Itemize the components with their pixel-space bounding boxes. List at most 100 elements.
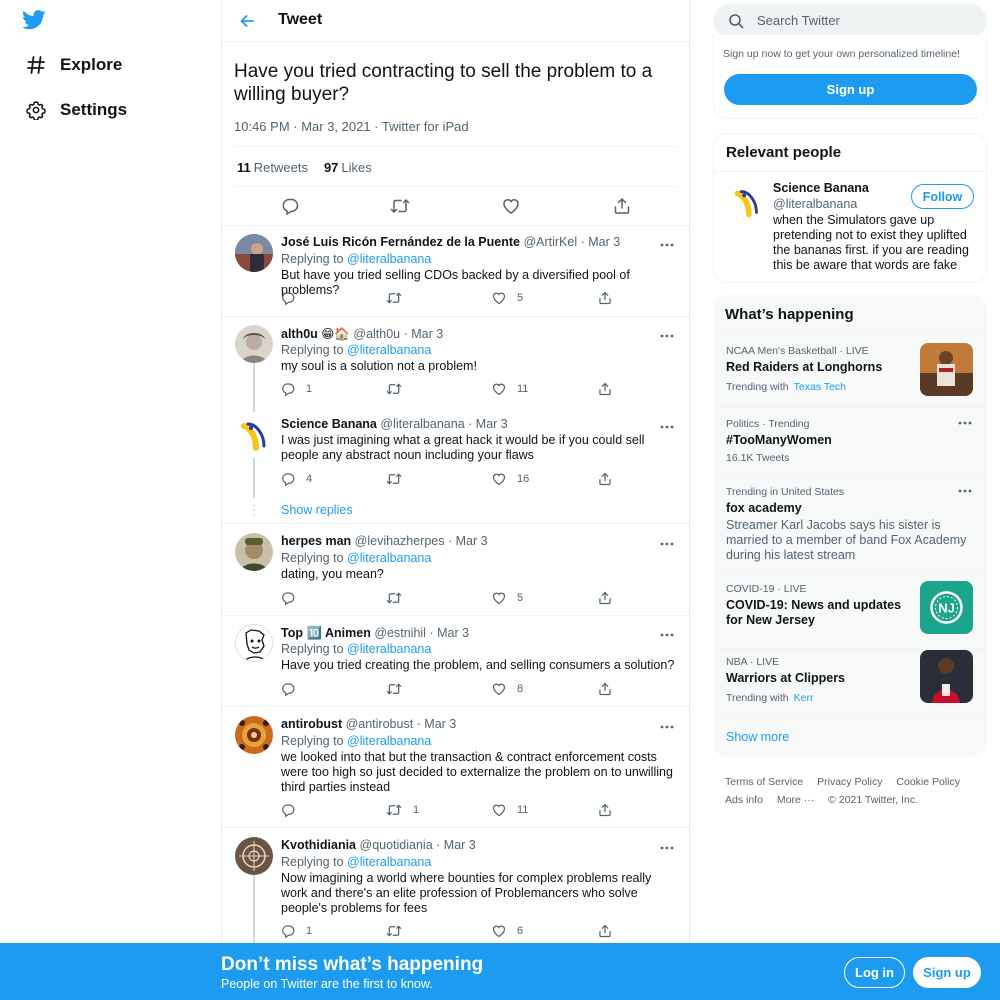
reply-tweet[interactable]: antirobust @antirobust · Mar 3 Replying … [222,707,689,827]
follow-button[interactable]: Follow [911,184,974,209]
like-icon[interactable] [501,196,521,216]
reply-date[interactable]: · Mar 3 [404,327,444,341]
retweet-icon[interactable] [386,382,413,396]
likes-stat[interactable]: 97 Likes [324,160,372,175]
reply-tweet[interactable]: herpes man @levihazherpes · Mar 3 Replyi… [222,524,689,615]
like-icon[interactable]: 11 [492,382,528,396]
retweets-stat[interactable]: 11 Retweets [237,160,308,175]
nav-explore[interactable]: Explore [25,54,122,76]
avatar[interactable] [235,716,273,754]
author-handle[interactable]: @ArtirKel [523,235,577,249]
share-icon[interactable] [598,682,623,696]
reply-icon[interactable]: 4 [281,472,312,486]
author-name[interactable]: herpes man [281,534,351,548]
search-input[interactable] [757,13,957,28]
reply-date[interactable]: · Mar 3 [417,717,457,731]
author-name[interactable]: Science Banana [281,417,377,431]
reply-icon[interactable] [281,682,306,696]
reply-icon[interactable] [281,803,306,817]
search-box[interactable] [713,4,987,37]
avatar[interactable] [235,416,273,454]
more-link[interactable]: More ··· [777,794,814,806]
back-arrow-icon[interactable] [236,10,258,32]
like-icon[interactable]: 8 [492,682,523,696]
banner-signup-button[interactable]: Sign up [913,957,981,988]
reply-tweet[interactable]: alth0u 😁🏠 @alth0u · Mar 3 Replying to @l… [222,317,689,407]
trend-item[interactable]: Politics · Trending #TooManyWomen 16.1K … [713,418,987,473]
avatar[interactable] [235,325,273,363]
retweet-icon[interactable] [386,682,413,696]
reply-icon[interactable] [281,291,306,305]
author-name[interactable]: antirobust [281,717,342,731]
reply-date[interactable]: · Mar 3 [448,534,488,548]
share-icon[interactable] [598,924,623,938]
more-dots-icon[interactable] [659,240,675,250]
mention-link[interactable]: @literalbanana [347,252,431,266]
like-icon[interactable]: 5 [492,291,523,305]
reply-date[interactable]: · Mar 3 [468,417,508,431]
author-handle[interactable]: @quotidiania [360,838,433,852]
trend-item[interactable]: COVID-19 · LIVE COVID-19: News and updat… [713,581,987,643]
avatar[interactable] [235,533,273,571]
cookie-link[interactable]: Cookie Policy [896,776,960,788]
reply-tweet[interactable]: Top 🔟 Animen @estnihil · Mar 3 Replying … [222,616,689,706]
relevant-person-handle[interactable]: @literalbanana [773,197,857,211]
show-replies-link[interactable]: Show replies [281,503,353,517]
mention-link[interactable]: @literalbanana [347,734,431,748]
mention-link[interactable]: @literalbanana [347,855,431,869]
avatar[interactable] [235,624,273,662]
like-icon[interactable]: 16 [492,472,529,486]
more-dots-icon[interactable] [957,486,973,496]
avatar[interactable] [729,184,765,220]
avatar[interactable] [235,837,273,875]
nav-settings[interactable]: Settings [25,99,127,121]
avatar[interactable] [235,234,273,272]
retweet-icon[interactable] [386,291,413,305]
login-button[interactable]: Log in [844,957,905,988]
more-dots-icon[interactable] [659,722,675,732]
mention-link[interactable]: @literalbanana [347,343,431,357]
retweet-icon[interactable] [390,196,410,216]
author-handle[interactable]: @antirobust [346,717,414,731]
more-dots-icon[interactable] [659,539,675,549]
relevant-person-name[interactable]: Science Banana [773,181,869,195]
twitter-bird-icon[interactable] [22,9,46,31]
share-icon[interactable] [598,803,623,817]
reply-tweet[interactable]: José Luis Ricón Fernández de la Puente @… [222,226,689,316]
retweet-icon[interactable] [386,591,413,605]
more-dots-icon[interactable] [957,418,973,428]
reply-icon[interactable] [281,591,306,605]
author-handle[interactable]: @literalbanana [380,417,464,431]
more-dots-icon[interactable] [659,331,675,341]
privacy-link[interactable]: Privacy Policy [817,776,882,788]
share-icon[interactable] [598,591,623,605]
reply-icon[interactable]: 1 [281,382,312,396]
author-name[interactable]: José Luis Ricón Fernández de la Puente [281,235,520,249]
like-icon[interactable]: 6 [492,924,523,938]
share-icon[interactable] [598,382,623,396]
retweet-icon[interactable] [386,924,413,938]
author-name[interactable]: Top 🔟 Animen [281,626,371,640]
mention-link[interactable]: @literalbanana [347,551,431,565]
more-dots-icon[interactable] [659,630,675,640]
reply-tweet[interactable]: Kvothidiania @quotidiania · Mar 3 Replyi… [222,828,689,948]
author-name[interactable]: Kvothidiania [281,838,356,852]
more-dots-icon[interactable] [659,843,675,853]
author-handle[interactable]: @alth0u [353,327,400,341]
share-icon[interactable] [612,196,632,216]
share-icon[interactable] [598,291,623,305]
trend-link[interactable]: Texas Tech [794,381,846,393]
terms-link[interactable]: Terms of Service [725,776,803,788]
like-icon[interactable]: 5 [492,591,523,605]
show-more-link[interactable]: Show more [726,730,789,744]
more-dots-icon[interactable] [659,422,675,432]
ads-info-link[interactable]: Ads info [725,794,763,806]
reply-tweet[interactable]: Science Banana @literalbanana · Mar 3 I … [222,408,689,523]
trend-item[interactable]: Trending in United States fox academy St… [713,486,987,566]
trend-link[interactable]: Kerr [794,692,814,704]
author-name[interactable]: alth0u 😁🏠 [281,327,350,341]
author-handle[interactable]: @levihazherpes [355,534,445,548]
trend-item[interactable]: NBA · LIVE Warriors at Clippers Trending… [713,650,987,716]
reply-icon[interactable]: 1 [281,924,312,938]
author-handle[interactable]: @estnihil [374,626,426,640]
